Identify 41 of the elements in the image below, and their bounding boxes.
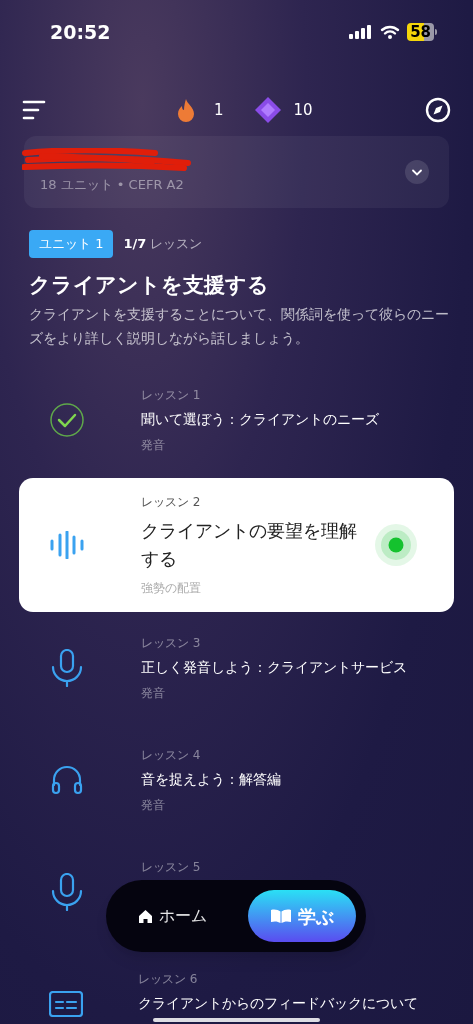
lesson-number: レッスン 4: [141, 747, 202, 764]
headphones-icon: [51, 765, 83, 795]
lesson-category: 発音: [141, 437, 166, 454]
compass-icon[interactable]: [425, 97, 451, 123]
home-icon: [138, 908, 153, 924]
course-card[interactable]: 18 ユニット • CEFR A2: [24, 136, 449, 208]
gem-icon: [253, 96, 282, 124]
chevron-down-icon[interactable]: [405, 160, 429, 184]
flame-icon: [176, 98, 196, 122]
lesson-title[interactable]: クライアントからのフィードバックについて: [138, 992, 418, 1014]
lesson-title: クライアントの要望を理解する: [141, 519, 358, 571]
unit-badge: ユニット 1: [29, 230, 114, 258]
book-icon: [270, 908, 292, 924]
menu-icon[interactable]: [22, 100, 46, 120]
lesson-title[interactable]: 聞いて選ぼう：クライアントのニーズ: [141, 408, 418, 430]
captions-icon: [48, 991, 83, 1017]
lesson-category: 発音: [141, 685, 166, 702]
sound-wave-icon: [50, 531, 84, 559]
lesson-number: レッスン 5: [141, 859, 202, 876]
signal-icon: [349, 25, 374, 39]
unit-title: クライアントを支援する: [29, 272, 270, 299]
lesson-category: 発音: [141, 797, 166, 814]
lesson-title[interactable]: 音を捉えよう：解答編: [141, 768, 418, 790]
gem-count: 10: [293, 99, 313, 121]
lesson-title[interactable]: 正しく発音しよう：クライアントサービス: [141, 656, 418, 678]
nav-tab[interactable]: ホーム: [116, 890, 229, 942]
microphone-icon: [51, 649, 83, 687]
course-subtitle: 18 ユニット • CEFR A2: [40, 175, 184, 194]
lesson-number: レッスン 6: [138, 971, 199, 988]
unit-description: クライアントを支援することについて、関係詞を使って彼らのニーズをより詳しく説明しながら話しましょう。: [29, 305, 449, 348]
microphone-icon: [51, 873, 83, 911]
lesson-number: レッスン 1: [141, 387, 202, 404]
lesson-category: 強勢の配置: [141, 580, 202, 597]
current-indicator-icon: [374, 523, 418, 567]
streak-count: 1: [214, 99, 224, 121]
wifi-icon: [380, 25, 401, 39]
status-time: 20:52: [50, 19, 111, 45]
lesson-number: レッスン 3: [141, 635, 202, 652]
check-circle-icon: [49, 402, 85, 438]
lesson-number: レッスン 2: [141, 494, 202, 511]
current-lesson-card[interactable]: レッスン 2 クライアントの要望を理解する 強勢の配置: [19, 478, 454, 612]
